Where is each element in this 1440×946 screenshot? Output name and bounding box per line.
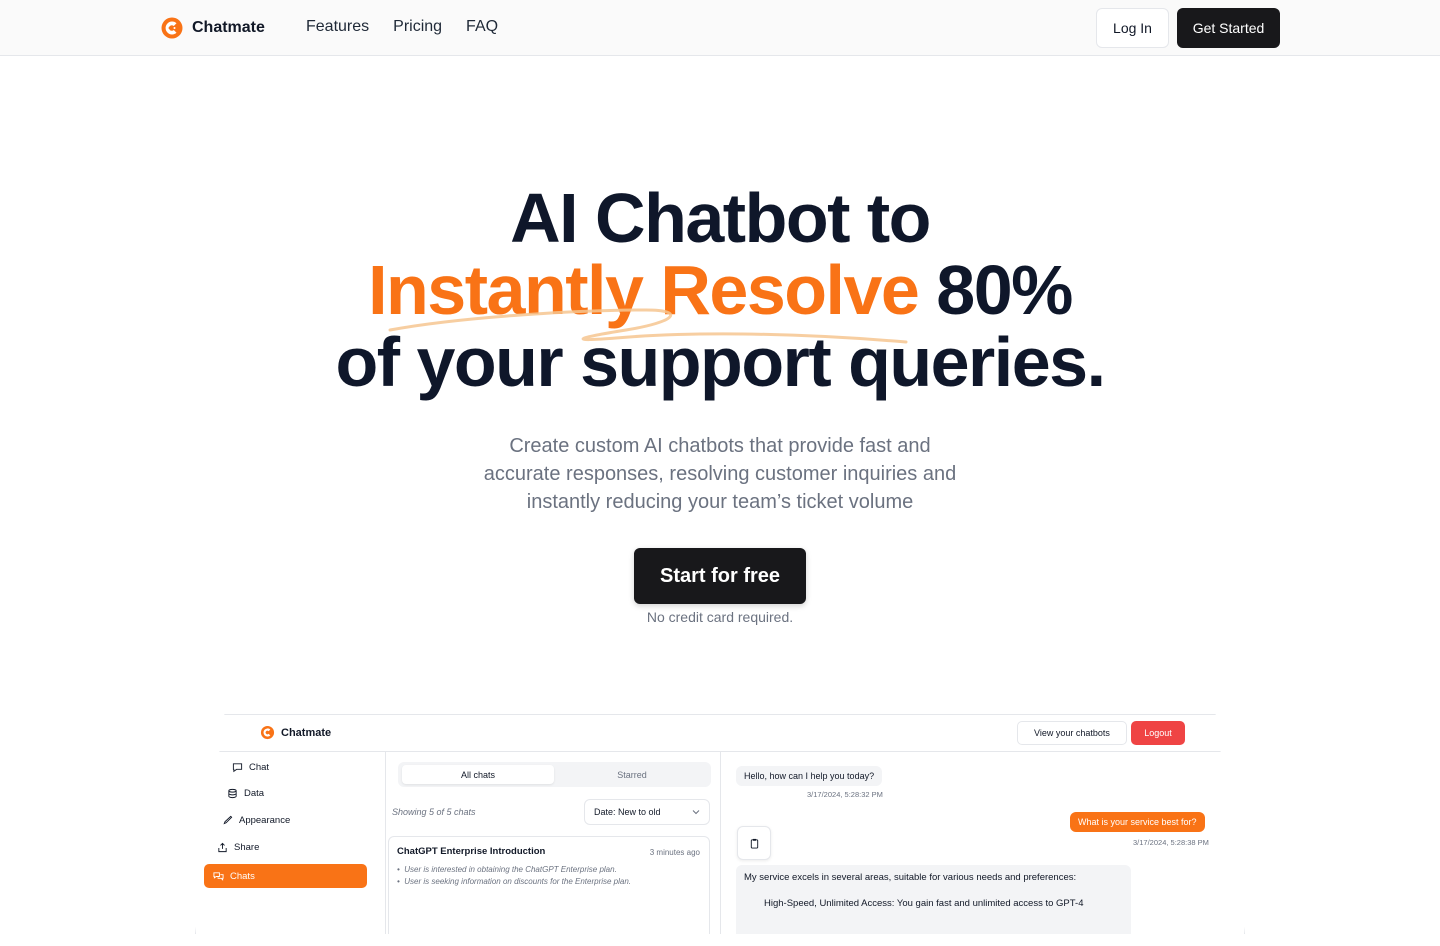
sidebar-item-label: Chat [249,762,270,773]
chat-time: 3 minutes ago [649,848,700,857]
preview-frame: Chatmate View your chatbots Logout Chat … [195,714,1245,934]
hero-subtitle: Create custom AI chatbots that provide f… [483,435,957,513]
brand[interactable]: Chatmate [160,16,265,40]
sort-select[interactable]: Date: New to old [584,799,710,825]
nav-link-features[interactable]: Features [306,18,369,36]
brush-icon [223,815,233,825]
clipboard-icon [750,838,758,849]
copy-button[interactable] [737,826,771,860]
top-navbar: Chatmate Features Pricing FAQ Log In Get… [0,0,1440,56]
chat-summary-bullet: • User is seeking information on discoun… [397,877,632,886]
view-chatbots-button[interactable]: View your chatbots [1017,721,1127,745]
sidebar-item-label: Data [244,788,265,799]
start-for-free-button[interactable]: Start for free [634,548,806,604]
no-credit-card-note: No credit card required. [646,609,794,625]
chats-panel: All chats Starred Showing 5 of 5 chats D… [386,752,721,934]
preview-sidebar: Chat Data Appearance Share Chats [196,752,386,934]
sidebar-item-data[interactable]: Data [227,788,264,799]
tab-starred[interactable]: Starred [556,765,708,784]
chats-icon [213,871,224,881]
hero-title-line1: AI Chatbot to [510,179,931,257]
sidebar-item-label: Chats [230,870,255,882]
nav-links: Features Pricing FAQ [306,18,498,36]
user-message-time: 3/17/2024, 5:28:38 PM [1133,838,1209,847]
underline-squiggle-decoration [388,308,908,344]
chat-bubble-icon [232,763,243,773]
nav-link-pricing[interactable]: Pricing [393,18,442,36]
nav-link-faq[interactable]: FAQ [466,18,498,36]
share-icon [218,842,227,853]
database-icon [228,788,237,799]
sort-select-value: Date: New to old [594,807,661,817]
chat-list-item[interactable]: ChatGPT Enterprise Introduction 3 minute… [388,836,710,934]
chatmate-logo-icon [161,17,183,39]
chevron-down-icon [692,810,700,815]
chat-title: ChatGPT Enterprise Introduction [397,846,546,857]
chat-summary-bullet: • User is interested in obtaining the Ch… [397,865,617,874]
tab-all-chats[interactable]: All chats [402,765,554,784]
logout-button[interactable]: Logout [1131,721,1185,745]
preview-header: Chatmate View your chatbots Logout [196,715,1245,752]
bot-message-time: 3/17/2024, 5:28:32 PM [807,790,883,799]
app-preview: Chatmate View your chatbots Logout Chat … [195,714,1245,934]
sidebar-item-share[interactable]: Share [217,842,259,853]
sidebar-item-chat[interactable]: Chat [232,762,269,773]
chat-tabs: All chats Starred [398,762,711,787]
bot-reply-intro: My service excels in several areas, suit… [744,872,1077,883]
hero-title: AI Chatbot to Instantly Resolve 80% of y… [0,182,1440,398]
brand-name: Chatmate [192,19,265,36]
preview-brand: Chatmate [260,725,331,740]
sidebar-item-chats[interactable]: Chats [204,864,367,888]
user-message: What is your service best for? [1070,812,1205,832]
chats-count: Showing 5 of 5 chats [392,807,476,817]
sidebar-item-label: Appearance [239,815,291,826]
preview-brand-name: Chatmate [281,726,332,739]
sidebar-item-label: Share [234,842,260,853]
login-button[interactable]: Log In [1096,8,1169,48]
messages-panel: Hello, how can I help you today? 3/17/20… [721,752,1245,934]
get-started-button[interactable]: Get Started [1177,8,1280,48]
hero-title-percent: 80% [936,251,1073,329]
chatmate-logo-icon [260,725,275,740]
bot-message: Hello, how can I help you today? [736,766,883,786]
sidebar-item-appearance[interactable]: Appearance [222,815,290,826]
bot-message-long: My service excels in several areas, suit… [736,865,1131,934]
